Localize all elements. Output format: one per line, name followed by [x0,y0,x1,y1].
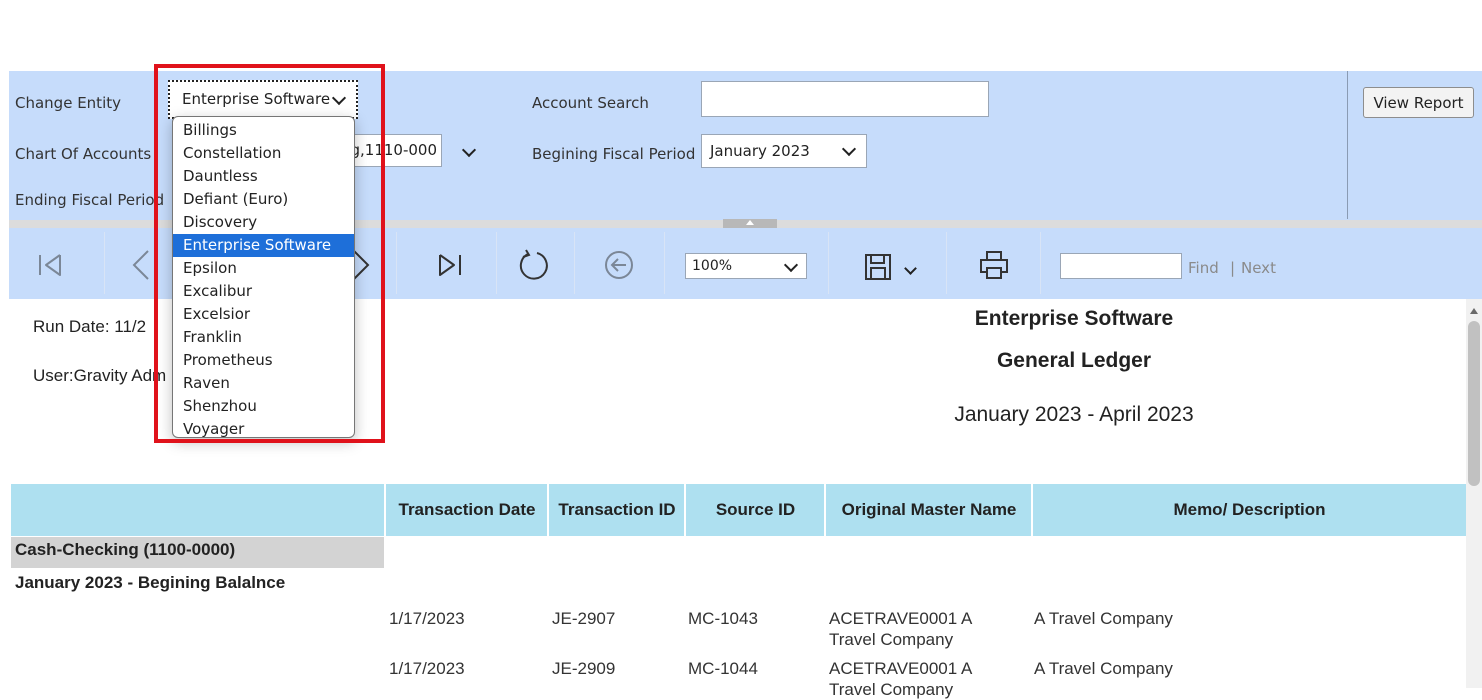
cell-transaction-id: JE-2907 [552,609,616,628]
account-search-label: Account Search [532,94,649,112]
cell-master-name: ACETRAVE0001 A Travel Company [829,609,972,649]
find-button[interactable]: Find [1188,259,1219,277]
find-input[interactable] [1060,253,1182,279]
account-group-header: Cash-Checking (1100-0000) [11,537,384,568]
column-header-source-id: Source ID [684,484,825,536]
run-date: Run Date: 11/2 [33,317,147,336]
column-header-transaction-date: Transaction Date [384,484,548,536]
beginning-fiscal-period-select[interactable]: January 2023 [701,134,867,168]
panel-divider [1347,71,1348,219]
cell-transaction-date: 1/17/2023 [389,659,465,678]
cell-master-name: ACETRAVE0001 A Travel Company [829,659,972,699]
ending-fiscal-period-label: Ending Fiscal Period [15,191,165,209]
report-title: General Ledger [996,349,1152,372]
zoom-value: 100% [692,258,733,274]
first-page-icon[interactable] [36,250,66,280]
refresh-icon[interactable] [518,248,552,282]
beginning-fiscal-period-value: January 2023 [710,141,810,160]
column-header-transaction-id: Transaction ID [547,484,685,536]
report-company: Enterprise Software [974,307,1174,330]
change-entity-label: Change Entity [15,94,121,112]
annotation-highlight-box [154,64,385,443]
last-page-icon[interactable] [436,250,466,280]
back-to-parent-icon[interactable] [602,248,636,282]
chevron-down-icon [841,141,857,157]
previous-page-icon[interactable] [126,248,156,282]
zoom-select[interactable]: 100% [685,253,807,279]
scroll-up-arrow-icon[interactable] [1470,308,1478,314]
next-button[interactable]: Next [1241,259,1276,277]
chart-of-accounts-label: Chart Of Accounts [15,145,152,163]
beginning-balance-label: January 2023 - Begining Balalnce [15,573,286,592]
report-user: User:Gravity Adm [33,366,167,385]
view-report-button[interactable]: View Report [1363,87,1474,118]
find-separator: | [1230,259,1236,277]
print-icon[interactable] [978,249,1010,281]
scrollbar-thumb[interactable] [1468,321,1480,486]
column-header-original-master-name: Original Master Name [824,484,1032,536]
cell-memo: A Travel Company [1034,659,1173,678]
cell-source-id: MC-1043 [688,609,758,628]
cell-transaction-id: JE-2909 [552,659,616,678]
cell-source-id: MC-1044 [688,659,758,678]
collapse-panel-handle[interactable] [723,219,777,228]
chevron-down-icon [783,257,799,273]
save-export-icon[interactable] [863,252,893,282]
report-period: January 2023 - April 2023 [954,403,1194,426]
beginning-fiscal-period-label: Begining Fiscal Period [532,145,696,163]
account-search-input[interactable] [701,81,989,117]
cell-memo: A Travel Company [1034,609,1173,628]
cell-transaction-date: 1/17/2023 [389,609,465,628]
column-header-memo-description: Memo/ Description [1031,484,1466,536]
